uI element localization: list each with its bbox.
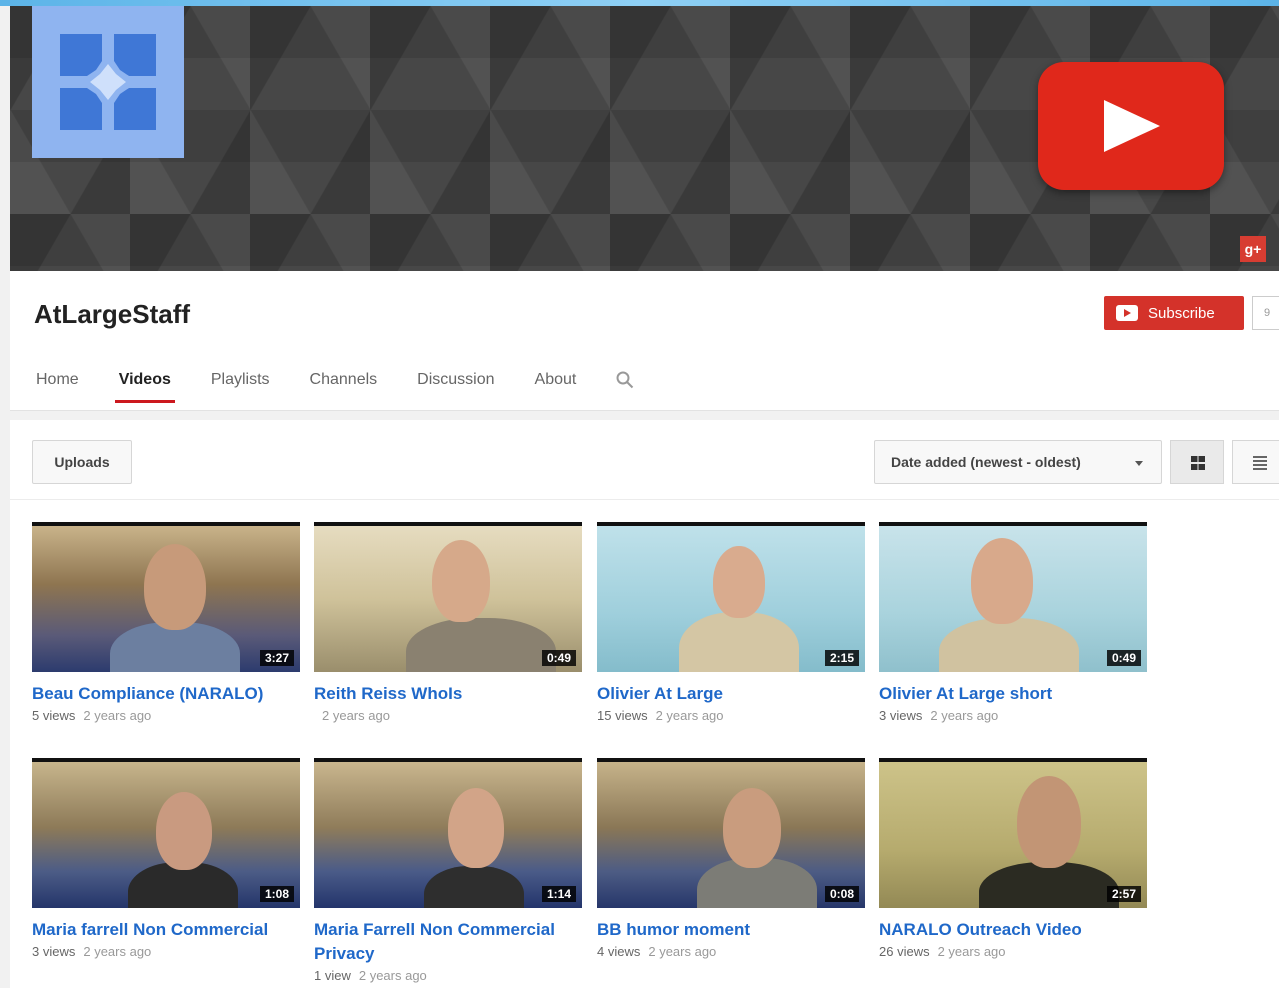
google-plus-icon[interactable]: g+	[1240, 236, 1266, 262]
subscribe-label: Subscribe	[1148, 304, 1215, 322]
video-age: 2 years ago	[83, 944, 152, 959]
video-views: 1 view	[314, 968, 351, 983]
video-title[interactable]: Olivier At Large	[597, 682, 865, 706]
video-meta: 26 views 2 years ago	[879, 944, 1147, 959]
video-thumbnail[interactable]: 1:14	[314, 758, 582, 908]
video-meta: 1 view 2 years ago	[314, 968, 582, 983]
video-age: 2 years ago	[358, 968, 427, 983]
search-icon[interactable]	[616, 371, 634, 403]
grid-view-icon	[1191, 456, 1205, 470]
video-thumbnail[interactable]: 3:27	[32, 522, 300, 672]
tab-videos[interactable]: Videos	[114, 371, 176, 403]
videos-toolbar: Uploads Date added (newest - oldest)	[10, 420, 1279, 500]
subscriber-count: 9	[1252, 296, 1279, 330]
video-duration: 3:27	[259, 650, 294, 666]
video-duration: 0:49	[1106, 650, 1141, 666]
tab-playlists[interactable]: Playlists	[211, 371, 270, 403]
channel-tabs: Home Videos Playlists Channels Discussio…	[36, 371, 634, 403]
video-duration: 1:14	[541, 886, 576, 902]
video-card[interactable]: 1:08 Maria farrell Non Commercial 3 view…	[32, 758, 300, 959]
video-thumbnail[interactable]: 0:49	[314, 522, 582, 672]
tab-about[interactable]: About	[535, 371, 577, 403]
video-views: 3 views	[879, 708, 923, 723]
video-views: 3 views	[32, 944, 76, 959]
video-card[interactable]: 0:08 BB humor moment 4 views 2 years ago	[597, 758, 865, 959]
tab-home[interactable]: Home	[36, 371, 79, 403]
video-meta: 3 views 2 years ago	[879, 708, 1147, 723]
video-thumbnail[interactable]: 0:08	[597, 758, 865, 908]
video-title[interactable]: Olivier At Large short	[879, 682, 1147, 706]
video-thumbnail[interactable]: 0:49	[879, 522, 1147, 672]
video-card[interactable]: 2:15 Olivier At Large 15 views 2 years ag…	[597, 522, 865, 723]
video-age: 2 years ago	[655, 708, 724, 723]
channel-avatar[interactable]	[32, 6, 184, 158]
video-duration: 2:57	[1106, 886, 1141, 902]
video-duration: 2:15	[824, 650, 859, 666]
youtube-play-icon	[1038, 62, 1224, 190]
video-thumbnail[interactable]: 2:15	[597, 522, 865, 672]
chevron-down-icon	[1135, 461, 1143, 466]
page: g+ AtLargeStaff Subscribe 9 Home Videos …	[0, 0, 1279, 988]
list-view-button[interactable]	[1232, 440, 1279, 484]
video-title[interactable]: Maria Farrell Non Commercial Privacy	[314, 918, 582, 966]
video-duration: 0:08	[824, 886, 859, 902]
video-age: 2 years ago	[83, 708, 152, 723]
video-meta: 3 views 2 years ago	[32, 944, 300, 959]
video-views: 26 views	[879, 944, 930, 959]
tab-discussion[interactable]: Discussion	[417, 371, 494, 403]
avatar-logo-icon	[60, 34, 156, 130]
video-age: 2 years ago	[930, 708, 999, 723]
video-title[interactable]: Beau Compliance (NARALO)	[32, 682, 300, 706]
video-title[interactable]: NARALO Outreach Video	[879, 918, 1147, 942]
video-title[interactable]: BB humor moment	[597, 918, 865, 942]
tab-channels[interactable]: Channels	[310, 371, 378, 403]
uploads-dropdown[interactable]: Uploads	[32, 440, 132, 484]
video-card[interactable]: 1:14 Maria Farrell Non Commercial Privac…	[314, 758, 582, 983]
channel-title: AtLargeStaff	[34, 299, 191, 329]
video-grid: 3:27 Beau Compliance (NARALO) 5 views 2 y…	[10, 500, 1279, 988]
video-meta: 4 views 2 years ago	[597, 944, 865, 959]
video-views: 15 views	[597, 708, 648, 723]
video-card[interactable]: 2:57 NARALO Outreach Video 26 views 2 yea…	[879, 758, 1147, 959]
video-card[interactable]: 3:27 Beau Compliance (NARALO) 5 views 2 y…	[32, 522, 300, 723]
video-thumbnail[interactable]: 2:57	[879, 758, 1147, 908]
video-duration: 1:08	[259, 886, 294, 902]
video-age: 2 years ago	[937, 944, 1006, 959]
video-meta: 2 years ago	[314, 708, 582, 723]
video-meta: 5 views 2 years ago	[32, 708, 300, 723]
video-duration: 0:49	[541, 650, 576, 666]
video-thumbnail[interactable]: 1:08	[32, 758, 300, 908]
video-card[interactable]: 0:49 Reith Reiss WhoIs 2 years ago	[314, 522, 582, 723]
video-meta: 15 views 2 years ago	[597, 708, 865, 723]
channel-banner: g+	[10, 6, 1279, 271]
grid-view-button[interactable]	[1170, 440, 1224, 484]
video-card[interactable]: 0:49 Olivier At Large short 3 views 2 yea…	[879, 522, 1147, 723]
channel-header: AtLargeStaff Subscribe 9 Home Videos Pla…	[10, 271, 1279, 411]
video-views: 4 views	[597, 944, 641, 959]
list-view-icon	[1253, 456, 1267, 470]
video-title[interactable]: Reith Reiss WhoIs	[314, 682, 582, 706]
video-title[interactable]: Maria farrell Non Commercial	[32, 918, 300, 942]
video-views: 5 views	[32, 708, 76, 723]
youtube-small-icon	[1116, 305, 1138, 321]
video-age: 2 years ago	[648, 944, 717, 959]
sort-label: Date added (newest - oldest)	[891, 454, 1081, 470]
sort-dropdown[interactable]: Date added (newest - oldest)	[874, 440, 1162, 484]
video-age: 2 years ago	[322, 708, 390, 723]
subscribe-button[interactable]: Subscribe	[1104, 296, 1244, 330]
